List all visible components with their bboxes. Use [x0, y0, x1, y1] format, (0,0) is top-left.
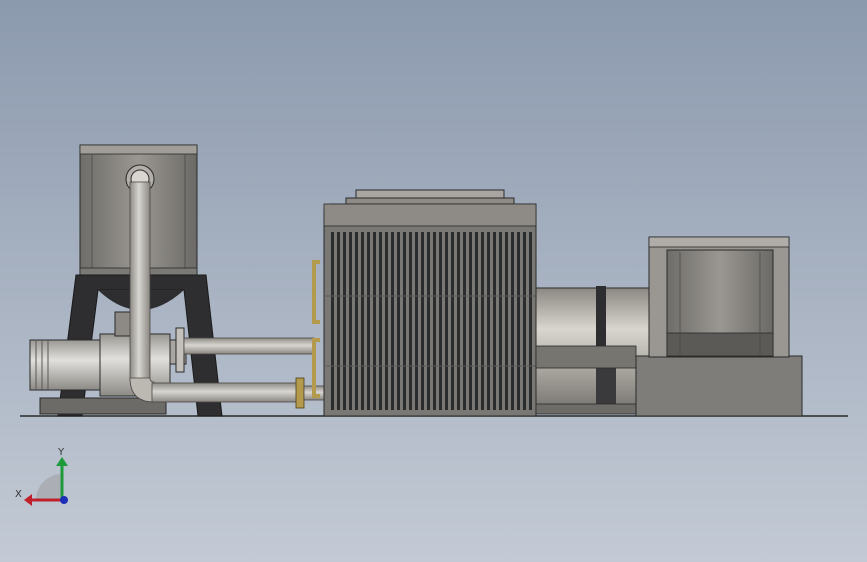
radiator-fin — [511, 232, 514, 410]
radiator-fin — [337, 232, 340, 410]
radiator-fin — [451, 232, 454, 410]
radiator-fin — [421, 232, 424, 410]
radiator-fin — [523, 232, 526, 410]
radiator-fin — [349, 232, 352, 410]
radiator-fin — [427, 232, 430, 410]
radiator-fin — [367, 232, 370, 410]
cylindrical-vessel — [535, 286, 653, 415]
radiator-fin — [439, 232, 442, 410]
radiator-fin — [373, 232, 376, 410]
radiator-fin — [355, 232, 358, 410]
radiator-fin — [403, 232, 406, 410]
radiator-fin — [529, 232, 532, 410]
triad-y-label: Y — [57, 447, 65, 458]
radiator-fin — [433, 232, 436, 410]
radiator-fin — [361, 232, 364, 410]
assembly-drawing: Y X — [15, 144, 848, 506]
radiator-fin — [445, 232, 448, 410]
axis-triad: Y X — [15, 447, 68, 506]
radiator-fin — [391, 232, 394, 410]
radiator-fin — [469, 232, 472, 410]
triad-y-arrow — [56, 457, 68, 466]
radiator-fin — [517, 232, 520, 410]
radiator-fin — [463, 232, 466, 410]
radiator-fin — [409, 232, 412, 410]
radiator-fin — [379, 232, 382, 410]
radiator-fin — [457, 232, 460, 410]
triad-x-label: X — [15, 489, 22, 500]
radiator-fin — [505, 232, 508, 410]
radiator-fin — [385, 232, 388, 410]
heat-exchanger — [323, 189, 537, 417]
radiator-fin — [331, 232, 334, 410]
triad-x-arrow — [24, 494, 32, 506]
cabinet-unit — [635, 236, 803, 417]
cad-viewport[interactable]: Y X — [0, 0, 867, 562]
triad-origin — [60, 496, 68, 504]
radiator-fin — [343, 232, 346, 410]
radiator-fin — [487, 232, 490, 410]
radiator-fin — [493, 232, 496, 410]
radiator-fin — [481, 232, 484, 410]
radiator-fin — [397, 232, 400, 410]
radiator-fin — [415, 232, 418, 410]
radiator-fin — [499, 232, 502, 410]
radiator-fin — [475, 232, 478, 410]
